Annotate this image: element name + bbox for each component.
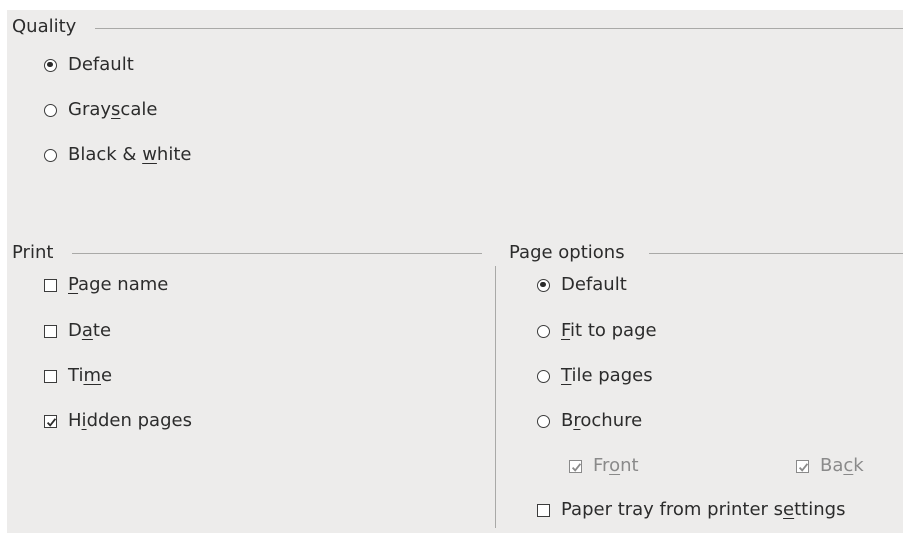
page-default-label: Default xyxy=(561,274,627,295)
radio-indicator-checked xyxy=(537,278,550,292)
quality-default-radio[interactable]: Default xyxy=(44,53,134,77)
front-checkbox[interactable]: Front xyxy=(569,454,639,478)
radio-indicator xyxy=(537,324,550,338)
quality-grayscale-radio[interactable]: Grayscale xyxy=(44,98,157,122)
paper-tray-label: Paper tray from printer settings xyxy=(561,499,846,520)
print-date-label: Date xyxy=(68,320,112,341)
print-hidden-pages-checkbox[interactable]: Hidden pages xyxy=(44,409,192,433)
fit-to-page-radio[interactable]: Fit to page xyxy=(537,319,657,343)
print-time-checkbox[interactable]: Time xyxy=(44,364,112,388)
radio-indicator-checked xyxy=(44,58,57,72)
radio-indicator xyxy=(44,103,57,117)
quality-black-white-label: Black & white xyxy=(68,144,192,165)
page-options-group-title: Page options xyxy=(509,242,625,263)
checkbox-indicator xyxy=(537,503,550,517)
fit-to-page-label: Fit to page xyxy=(561,320,657,341)
print-page-name-label: Page name xyxy=(68,274,169,295)
page-options-group-line xyxy=(649,253,903,254)
checkbox-indicator-checked xyxy=(44,414,57,428)
radio-indicator xyxy=(537,414,550,428)
brochure-radio[interactable]: Brochure xyxy=(537,409,642,433)
paper-tray-checkbox[interactable]: Paper tray from printer settings xyxy=(537,498,845,522)
checkbox-indicator xyxy=(44,324,57,338)
quality-group-title: Quality xyxy=(12,16,77,37)
print-group-title: Print xyxy=(12,242,54,263)
checkmark-icon xyxy=(571,462,582,472)
tile-pages-radio[interactable]: Tile pages xyxy=(537,364,653,388)
checkbox-indicator-checked xyxy=(569,459,582,473)
checkbox-indicator xyxy=(44,278,57,292)
print-time-label: Time xyxy=(68,365,113,386)
quality-grayscale-label: Grayscale xyxy=(68,99,158,120)
back-label: Back xyxy=(820,455,864,476)
quality-group-line xyxy=(95,28,903,29)
radio-indicator xyxy=(537,369,550,383)
checkbox-indicator-checked xyxy=(796,459,809,473)
page-default-radio[interactable]: Default xyxy=(537,273,627,297)
front-label: Front xyxy=(593,455,639,476)
checkbox-indicator xyxy=(44,369,57,383)
checkmark-icon xyxy=(798,462,809,472)
brochure-label: Brochure xyxy=(561,410,643,431)
print-date-checkbox[interactable]: Date xyxy=(44,319,111,343)
print-options-panel: Quality Default Grayscale Black & white … xyxy=(7,10,903,533)
tile-pages-label: Tile pages xyxy=(561,365,653,386)
radio-indicator xyxy=(44,148,57,162)
quality-default-label: Default xyxy=(68,54,134,75)
print-hidden-pages-label: Hidden pages xyxy=(68,410,192,431)
print-page-name-checkbox[interactable]: Page name xyxy=(44,273,168,297)
checkmark-icon xyxy=(46,417,57,427)
quality-black-white-radio[interactable]: Black & white xyxy=(44,143,191,167)
print-group-line xyxy=(72,253,482,254)
group-separator xyxy=(495,266,496,528)
back-checkbox[interactable]: Back xyxy=(796,454,864,478)
